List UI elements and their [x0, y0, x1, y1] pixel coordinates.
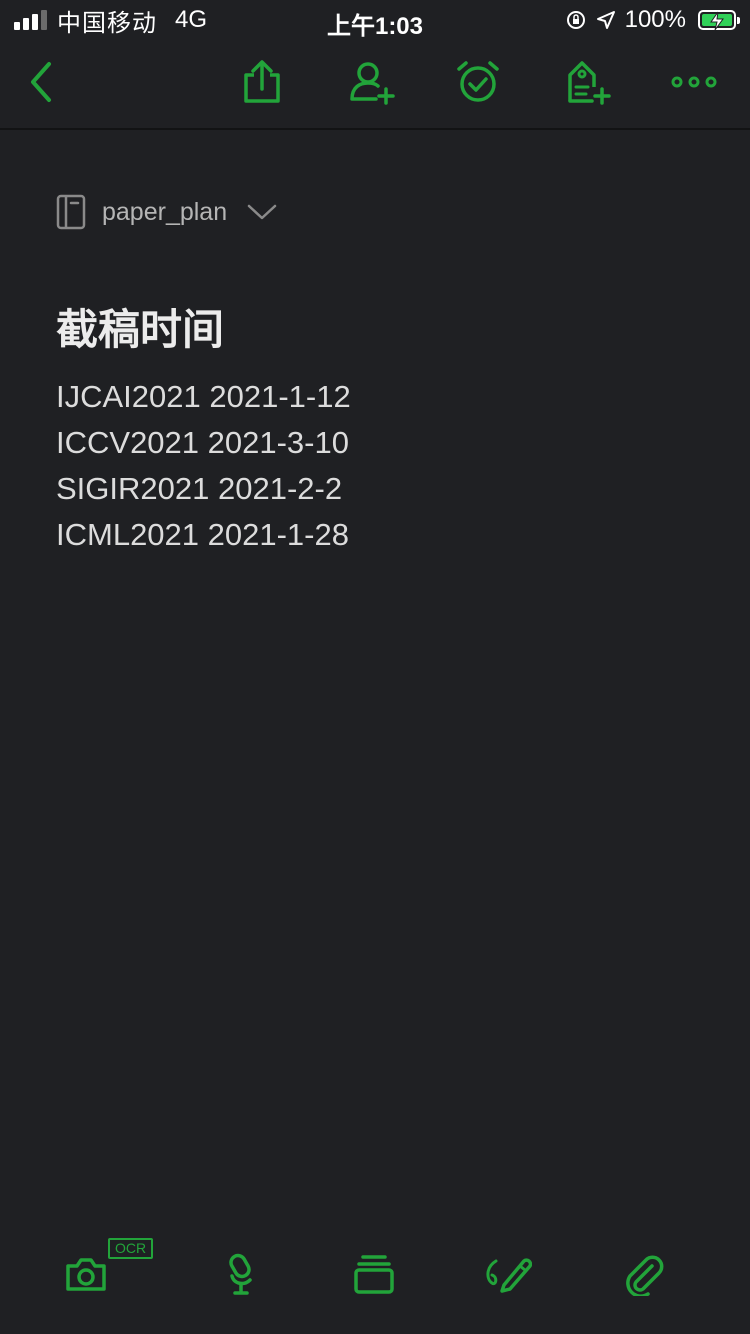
- note-body[interactable]: IJCAI2021 2021-1-12 ICCV2021 2021-3-10 S…: [56, 374, 351, 558]
- battery-percent: 100%: [624, 6, 686, 33]
- ocr-badge[interactable]: OCR: [108, 1238, 154, 1259]
- note-screen: 中国移动 4G 上午1:03 100% paper_plan 截稿时间 IJCA…: [0, 0, 750, 1334]
- note-toolbar: [0, 40, 750, 130]
- note-line: ICCV2021 2021-3-10: [56, 425, 349, 460]
- audio-button[interactable]: [212, 1244, 272, 1304]
- handwriting-icon: [486, 1258, 532, 1293]
- templates-button[interactable]: [344, 1244, 404, 1304]
- status-right: 100%: [565, 6, 740, 34]
- notebook-icon: [56, 194, 86, 230]
- note-line: IJCAI2021 2021-1-12: [56, 379, 351, 414]
- attachment-button[interactable]: [614, 1244, 674, 1304]
- tag-icon: [568, 61, 611, 105]
- back-icon: [31, 62, 51, 102]
- bottom-toolbar: OCR: [0, 1224, 750, 1334]
- note-line: ICML2021 2021-1-28: [56, 517, 349, 552]
- location-icon: [596, 11, 615, 29]
- more-icon: [671, 76, 717, 88]
- more-button[interactable]: [670, 58, 718, 106]
- camera-button[interactable]: [56, 1244, 116, 1304]
- share-button[interactable]: [238, 58, 286, 106]
- microphone-icon: [229, 1253, 252, 1295]
- add-collaborator-icon: [350, 62, 395, 105]
- templates-icon: [354, 1255, 394, 1294]
- notebook-name: paper_plan: [102, 197, 228, 226]
- attachment-icon: [626, 1255, 664, 1296]
- camera-icon: [66, 1258, 106, 1291]
- handwriting-button[interactable]: [478, 1244, 538, 1304]
- chevron-down-icon: [247, 204, 277, 220]
- note-title[interactable]: 截稿时间: [56, 302, 224, 358]
- add-collaborator-button[interactable]: [348, 58, 396, 106]
- note-line: SIGIR2021 2021-2-2: [56, 471, 343, 506]
- status-bar: 中国移动 4G 上午1:03 100%: [0, 0, 750, 40]
- back-button[interactable]: [18, 58, 66, 106]
- battery-icon: [698, 10, 740, 31]
- reminder-icon: [457, 61, 499, 102]
- share-icon: [244, 60, 280, 103]
- notebook-selector[interactable]: paper_plan: [56, 192, 277, 232]
- rotation-lock-icon: [566, 11, 585, 29]
- tag-button[interactable]: [564, 58, 612, 106]
- reminder-button[interactable]: [454, 58, 502, 106]
